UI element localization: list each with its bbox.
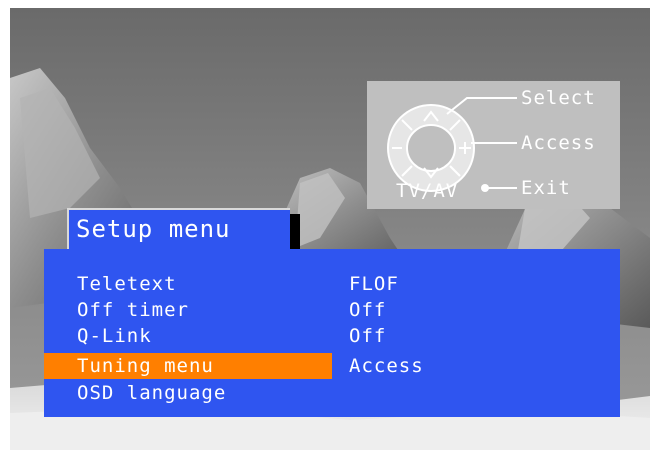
menu-item-value: Off xyxy=(349,325,387,347)
menu-item-value: Off xyxy=(349,299,387,321)
menu-item-tuning-menu[interactable]: Tuning menu Access xyxy=(44,353,620,379)
menu-item-osd-language[interactable]: OSD language xyxy=(44,380,620,406)
menu-item-value: Access xyxy=(349,355,424,377)
page-title: Setup menu xyxy=(76,215,231,243)
menu-item-q-link[interactable]: Q-Link Off xyxy=(44,323,620,349)
menu-item-value: FLOF xyxy=(349,273,399,295)
menu-item-label: Tuning menu xyxy=(77,355,214,377)
select-label: Select xyxy=(521,87,596,109)
menu-item-teletext[interactable]: Teletext FLOF xyxy=(44,271,620,297)
menu-item-label: OSD language xyxy=(77,382,227,404)
menu-title-box: Setup menu xyxy=(67,208,290,249)
remote-legend: TV/AV Select Access Exit xyxy=(367,81,620,209)
menu-item-off-timer[interactable]: Off timer Off xyxy=(44,297,620,323)
menu-item-label: Off timer xyxy=(77,299,189,321)
select-leader-line xyxy=(446,97,517,115)
setup-menu-panel: Teletext FLOF Off timer Off Q-Link Off T… xyxy=(44,249,620,417)
menu-item-label: Q-Link xyxy=(77,325,152,347)
tvav-label: TV/AV xyxy=(396,180,459,202)
exit-label: Exit xyxy=(521,177,571,199)
menu-item-label: Teletext xyxy=(77,273,177,295)
tv-screen: TV/AV Select Access Exit Setup menu Tele… xyxy=(10,8,650,450)
access-label: Access xyxy=(521,132,596,154)
